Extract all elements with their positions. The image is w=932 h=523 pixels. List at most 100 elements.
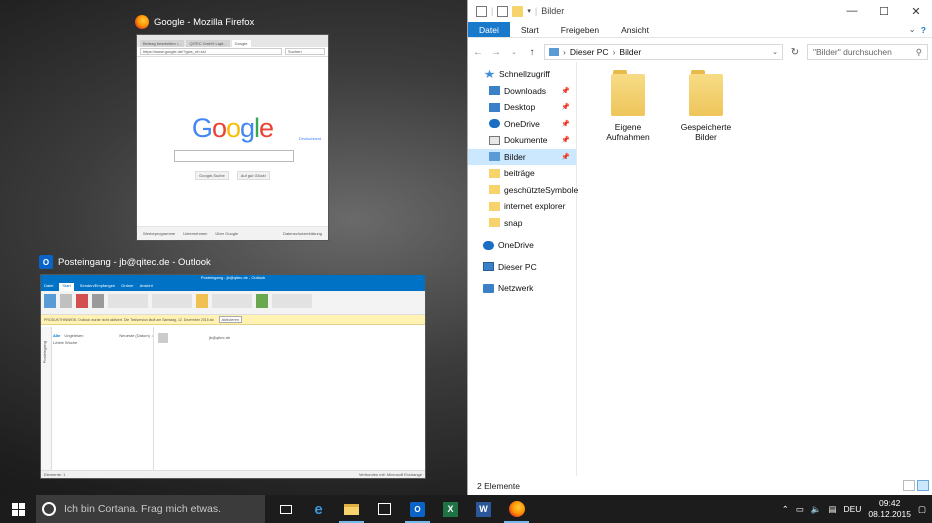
cortana-search-box[interactable]: Ich bin Cortana. Frag mich etwas. bbox=[36, 495, 265, 523]
nav-item-netzwerk[interactable]: Netzwerk bbox=[468, 280, 576, 297]
nav-item-geschütztesymbole[interactable]: geschützteSymbole bbox=[468, 182, 579, 199]
network-icon bbox=[483, 283, 494, 293]
maximize-icon[interactable]: ☐ bbox=[868, 5, 900, 18]
volume-icon[interactable]: 🔈 bbox=[811, 504, 822, 515]
chevron-up-icon[interactable]: ⌃ bbox=[782, 504, 789, 515]
nav-item-dieser-pc[interactable]: Dieser PC bbox=[468, 259, 576, 276]
google-lucky-button: Auf gut Glück! bbox=[236, 171, 270, 180]
window-menu-icon[interactable] bbox=[476, 5, 487, 17]
firefox-thumbnail[interactable]: Beitrag bearbeiten ‹... QITEC GmbH Lapt.… bbox=[136, 34, 329, 241]
forward-button[interactable]: → bbox=[490, 47, 502, 58]
nav-item-label: OneDrive bbox=[504, 118, 540, 129]
firefox-tab-active: Google bbox=[231, 40, 251, 47]
quick-access-dropdown-icon[interactable]: ▾ bbox=[527, 7, 531, 15]
details-view-button[interactable] bbox=[903, 480, 915, 491]
search-input[interactable]: "Bilder" durchsuchen ⚲ bbox=[807, 44, 928, 60]
firefox-tab: QITEC GmbH Lapt... bbox=[186, 40, 230, 47]
nav-item-internet-explorer[interactable]: internet explorer bbox=[468, 198, 576, 215]
folder-eigene-aufnahmen[interactable]: Eigene Aufnahmen bbox=[593, 62, 663, 142]
tab-ansicht[interactable]: Ansicht bbox=[610, 22, 660, 37]
nav-item-dokumente[interactable]: Dokumente 📌 bbox=[468, 132, 576, 149]
expand-ribbon-icon[interactable]: ⌄ ? bbox=[903, 22, 932, 37]
footer-link: Datenschutzerklärung bbox=[283, 231, 322, 236]
message-icon[interactable]: ▤ bbox=[828, 504, 836, 515]
language-indicator[interactable]: DEU bbox=[843, 504, 861, 514]
large-icons-view-button[interactable] bbox=[917, 480, 929, 491]
nav-item-label: geschützteSymbole bbox=[504, 184, 579, 195]
star-icon bbox=[484, 69, 495, 78]
taskbar-explorer[interactable] bbox=[335, 495, 368, 523]
store-icon bbox=[378, 503, 391, 515]
outlook-window-title[interactable]: O Posteingang - jb@qitec.de - Outlook bbox=[39, 255, 211, 269]
start-button[interactable] bbox=[0, 495, 36, 523]
folder-icon bbox=[689, 70, 723, 116]
nav-item-desktop[interactable]: Desktop 📌 bbox=[468, 99, 576, 116]
pin-icon: 📌 bbox=[561, 137, 570, 145]
nav-item-label: beiträge bbox=[504, 168, 535, 179]
nav-item-schnellzugriff[interactable]: Schnellzugriff bbox=[468, 66, 576, 83]
folder-gespeicherte-bilder[interactable]: Gespeicherte Bilder bbox=[671, 62, 741, 142]
up-button[interactable]: ↑ bbox=[526, 47, 538, 58]
recent-locations-icon[interactable]: ⌄ bbox=[508, 48, 520, 56]
taskbar-edge[interactable]: e bbox=[302, 495, 335, 523]
folder-icon bbox=[489, 185, 500, 195]
taskbar-excel[interactable]: X bbox=[434, 495, 467, 523]
nav-item-label: Downloads bbox=[504, 85, 547, 96]
close-icon[interactable]: ✕ bbox=[900, 5, 932, 18]
nav-item-onedrive[interactable]: OneDrive bbox=[468, 237, 576, 254]
network-icon[interactable]: ▭ bbox=[796, 504, 804, 515]
outlook-icon: O bbox=[39, 255, 53, 269]
tab-start[interactable]: Start bbox=[510, 22, 550, 37]
nav-item-label: Bilder bbox=[504, 151, 526, 162]
pin-icon: 📌 bbox=[561, 104, 570, 112]
taskbar-store[interactable] bbox=[368, 495, 401, 523]
nav-item-onedrive[interactable]: OneDrive 📌 bbox=[468, 116, 576, 133]
tab-freigeben[interactable]: Freigeben bbox=[550, 22, 610, 37]
taskbar-firefox[interactable] bbox=[500, 495, 533, 523]
google-search-box bbox=[174, 150, 294, 162]
sender-avatar bbox=[158, 333, 168, 343]
explorer-ribbon: Datei Start Freigeben Ansicht ⌄ ? bbox=[468, 22, 932, 38]
pictures-icon bbox=[549, 48, 559, 56]
breadcrumb-dieser-pc[interactable]: Dieser PC bbox=[570, 47, 609, 57]
outlook-tab: Datei bbox=[44, 283, 54, 288]
firefox-window-title[interactable]: Google - Mozilla Firefox bbox=[135, 15, 254, 29]
task-view-button[interactable] bbox=[269, 495, 302, 523]
desktop-icon bbox=[489, 102, 500, 112]
filter-all: Alle bbox=[53, 333, 61, 338]
taskbar-outlook[interactable]: O bbox=[401, 495, 434, 523]
footer-link: Unternehmen bbox=[183, 231, 208, 236]
nav-item-snap[interactable]: snap bbox=[468, 215, 576, 232]
nav-item-beiträge[interactable]: beiträge bbox=[468, 165, 576, 182]
refresh-icon[interactable]: ↻ bbox=[789, 47, 801, 58]
firefox-icon bbox=[135, 15, 149, 29]
item-count: 2 Elemente bbox=[477, 480, 520, 491]
firefox-search: Suchen bbox=[285, 48, 325, 55]
folder-icon bbox=[489, 168, 500, 178]
firefox-tab: Beitrag bearbeiten ‹... bbox=[140, 40, 185, 47]
outlook-caption: Posteingang - jb@qitec.de - Outlook bbox=[200, 275, 266, 280]
properties-icon[interactable] bbox=[497, 5, 509, 17]
cloud-icon bbox=[483, 240, 494, 250]
nav-item-bilder[interactable]: Bilder 📌 bbox=[468, 148, 576, 165]
new-folder-icon[interactable] bbox=[512, 5, 524, 17]
edge-icon: e bbox=[314, 500, 323, 518]
back-button[interactable]: ← bbox=[472, 47, 484, 58]
outlook-tab: Ansicht bbox=[139, 283, 153, 288]
clock[interactable]: 09:42 08.12.2015 bbox=[868, 498, 911, 520]
breadcrumb-bilder[interactable]: Bilder bbox=[619, 47, 641, 57]
outlook-thumbnail[interactable]: Posteingang - jb@qitec.de - Outlook Date… bbox=[40, 274, 426, 479]
outlook-notice: PRODUKTHINWEIS: Outlook wurde nicht akti… bbox=[44, 317, 215, 322]
google-sub: Deutschland bbox=[298, 136, 321, 141]
excel-icon: X bbox=[443, 501, 458, 517]
address-dropdown-icon[interactable]: ⌄ bbox=[772, 48, 782, 56]
breadcrumb-separator-icon: › bbox=[563, 47, 566, 57]
address-bar[interactable]: › Dieser PC › Bilder ⌄ bbox=[544, 44, 783, 60]
navigation-pane: Schnellzugriff Downloads 📌 Desktop 📌 OneDrive… bbox=[468, 62, 579, 476]
outlook-connection: Verbunden mit: Microsoft Exchange bbox=[358, 472, 422, 477]
minimize-icon[interactable]: — bbox=[836, 5, 868, 18]
nav-item-downloads[interactable]: Downloads 📌 bbox=[468, 83, 576, 100]
taskbar-word[interactable]: W bbox=[467, 495, 500, 523]
action-center-icon[interactable]: ▢ bbox=[918, 504, 926, 515]
tab-datei[interactable]: Datei bbox=[468, 22, 510, 37]
